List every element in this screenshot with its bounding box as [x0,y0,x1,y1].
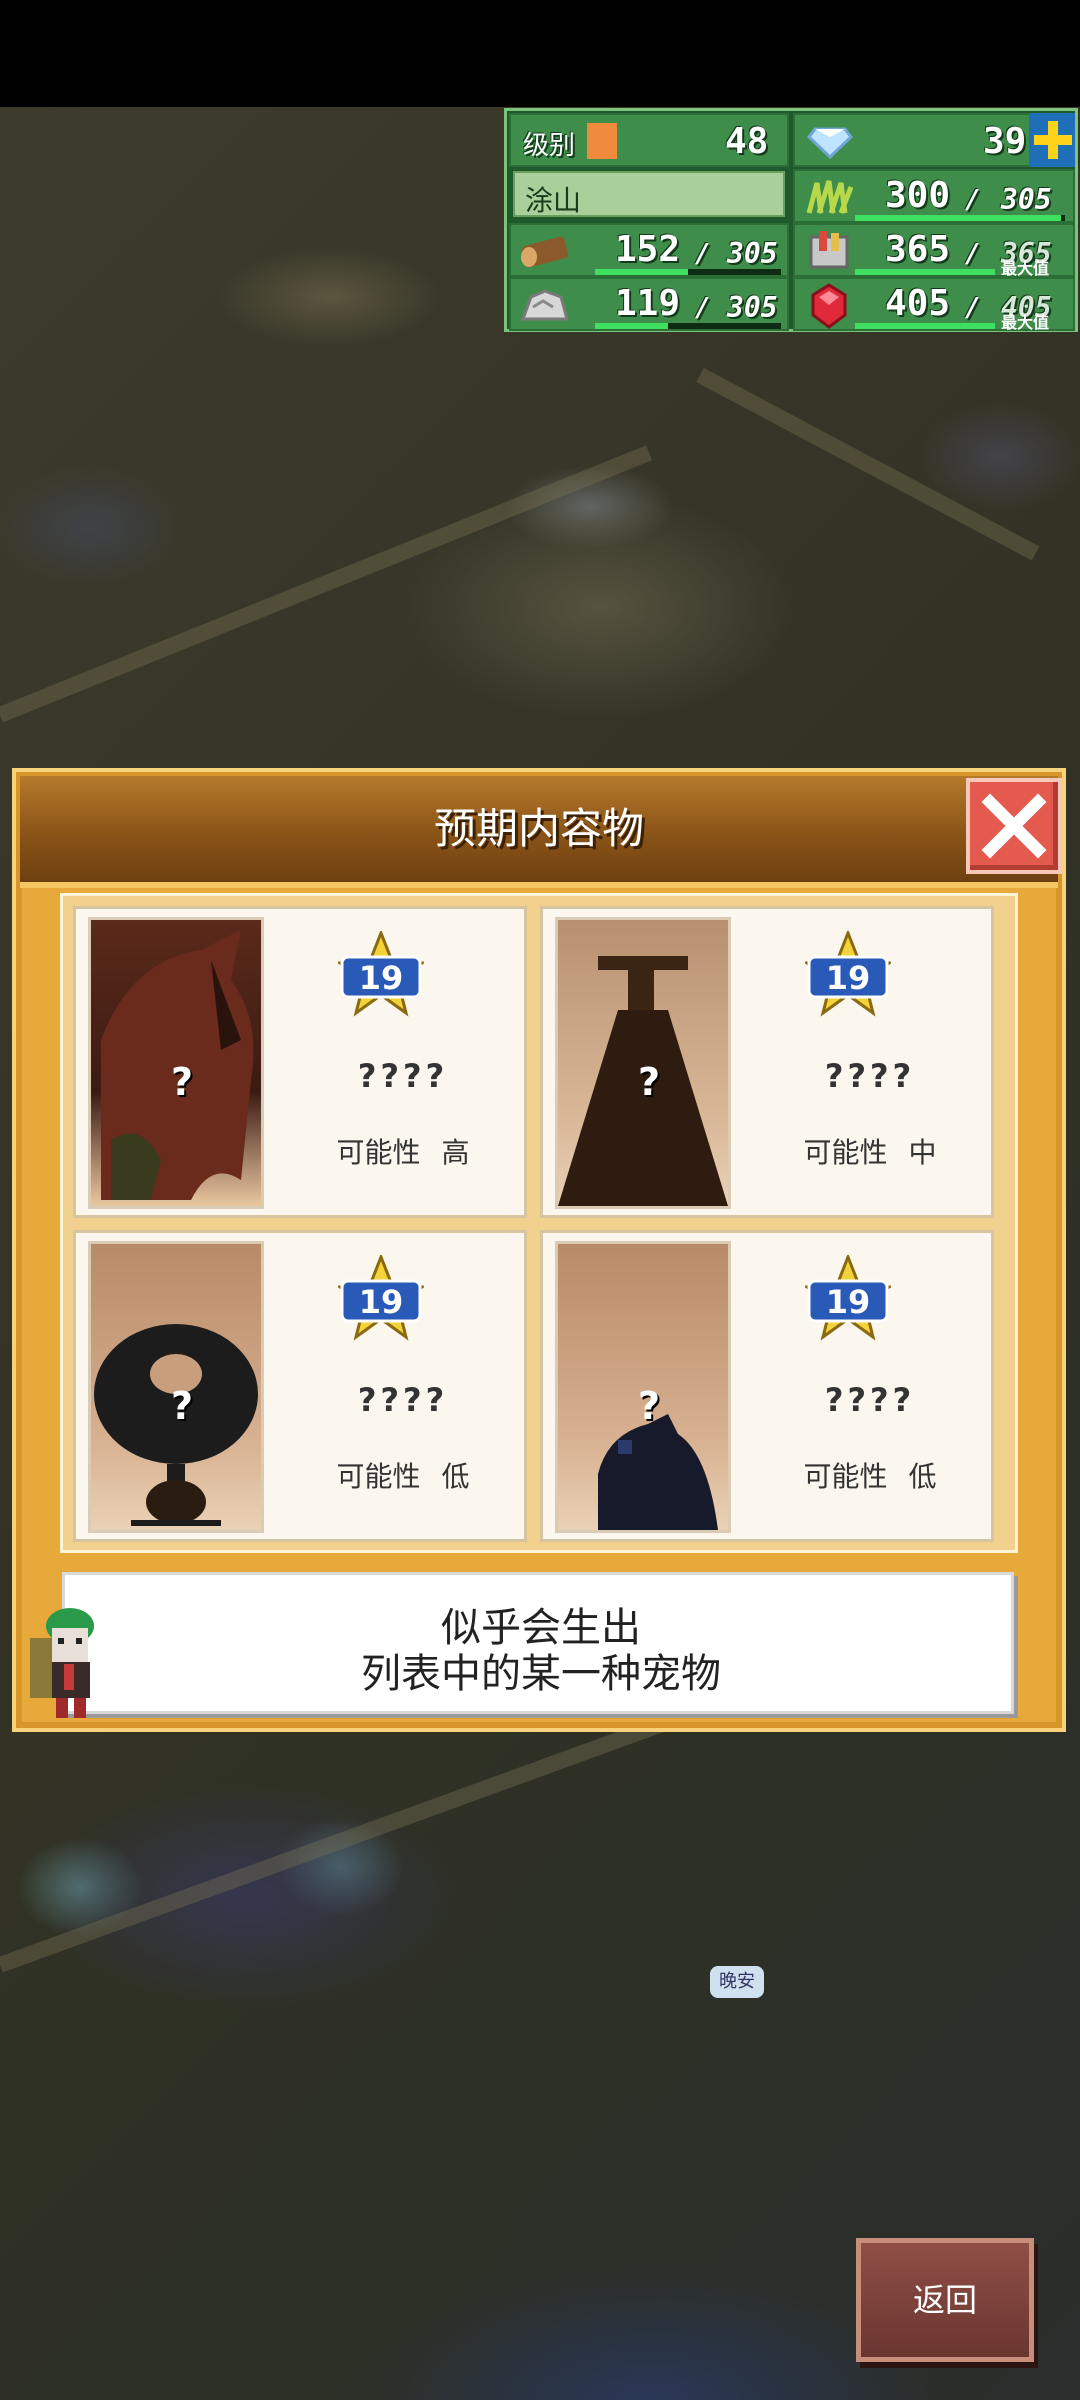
pet-card[interactable]: ? 19 ???? 可能性 低 [540,1230,994,1542]
ruby-gem-icon [811,283,847,329]
probability-label: 可能性 [803,1136,888,1169]
tools-max-label: 最大值 [1001,259,1050,278]
probability-label: 可能性 [336,1460,421,1493]
pet-silhouette-image: ? [555,917,731,1209]
pet-candidates-grid: ? 19 ???? 可能性 高 ? 19 ???? 可能性 中 ? 19 ???… [60,893,1018,1553]
pet-card[interactable]: ? 19 ???? 可能性 中 [540,906,994,1218]
close-button[interactable] [966,778,1062,874]
ruby-panel: 405 / 405 最大值 [793,277,1075,332]
ore-max: 305 [727,291,778,324]
food-bar [855,215,1065,221]
ore-rock-icon [520,289,569,321]
rank-star-badge-icon: 19 [338,931,424,1017]
probability: 可能性 低 [276,1455,530,1495]
level-label: 级别 [523,131,576,161]
probability: 可能性 高 [276,1131,530,1171]
probability-value: 低 [908,1460,937,1493]
rank-star-badge-icon: 19 [338,1255,424,1341]
probability-value: 高 [441,1136,470,1169]
probability: 可能性 低 [743,1455,997,1495]
wood-value: 152 [615,229,681,270]
probability: 可能性 中 [743,1131,997,1171]
speech-bubble: 晚安 [710,1966,764,1998]
back-button[interactable]: 返回 [856,2238,1034,2362]
helper-character-avatar [30,1608,94,1718]
status-bar [0,0,1080,107]
resource-hud: 级别 48 39 涂山 300 / 305 152 / 305 365 / 36… [504,108,1078,332]
probability-label: 可能性 [336,1136,421,1169]
food-max: 305 [1001,183,1052,216]
message-line-2: 列表中的某一种宠物 [361,1651,721,1697]
rank-value: 19 [826,1283,871,1321]
probability-value: 中 [908,1136,937,1169]
wood-log-icon [521,236,569,268]
ruby-max-label: 最大值 [1001,313,1050,332]
food-panel: 300 / 305 [793,169,1075,223]
rank-value: 19 [359,959,404,997]
wood-bar [595,269,781,275]
ore-bar [595,323,781,329]
rank-star-badge-icon: 19 [805,1255,891,1341]
message-box: 似乎会生出 列表中的某一种宠物 [62,1572,1014,1714]
ore-value: 119 [615,283,681,324]
pet-name: ???? [357,1057,449,1095]
food-value: 300 [885,175,951,216]
back-button-label: 返回 [912,2281,977,2319]
pet-card[interactable]: ? 19 ???? 可能性 高 [73,906,527,1218]
tools-value: 365 [885,229,951,270]
rank-star-badge-icon: 19 [805,931,891,1017]
rank-value: 19 [826,959,871,997]
wood-panel: 152 / 305 [509,223,789,277]
pet-card[interactable]: ? 19 ???? 可能性 低 [73,1230,527,1542]
tools-panel: 365 / 365 最大值 [793,223,1075,278]
probability-label: 可能性 [803,1460,888,1493]
add-gems-button[interactable] [1029,113,1075,167]
diamond-icon [807,127,853,159]
gems-value: 39 [983,121,1027,162]
level-value: 48 [725,121,769,162]
area-name: 涂山 [525,184,582,217]
dialog-title: 预期内容物 [433,804,644,853]
pet-name: ???? [824,1057,916,1095]
close-icon [981,793,1047,859]
probability-value: 低 [441,1460,470,1493]
level-panel: 级别 48 [509,113,789,167]
pet-name: ???? [357,1381,449,1419]
tools-icon [809,231,849,269]
ore-panel: 119 / 305 [509,277,789,331]
tools-bar [855,269,995,275]
pet-silhouette-image: ? [88,1241,264,1533]
grass-food-icon [806,180,853,214]
rank-value: 19 [359,1283,404,1321]
ruby-bar [855,323,995,329]
pet-name: ???? [824,1381,916,1419]
pet-silhouette-image: ? [555,1241,731,1533]
area-name-box: 涂山 [513,171,785,217]
ruby-value: 405 [885,283,951,324]
wood-max: 305 [727,237,778,270]
dialog-header: 预期内容物 [20,776,1058,888]
level-progress-icon [587,123,617,159]
pet-silhouette-image: ? [88,917,264,1209]
